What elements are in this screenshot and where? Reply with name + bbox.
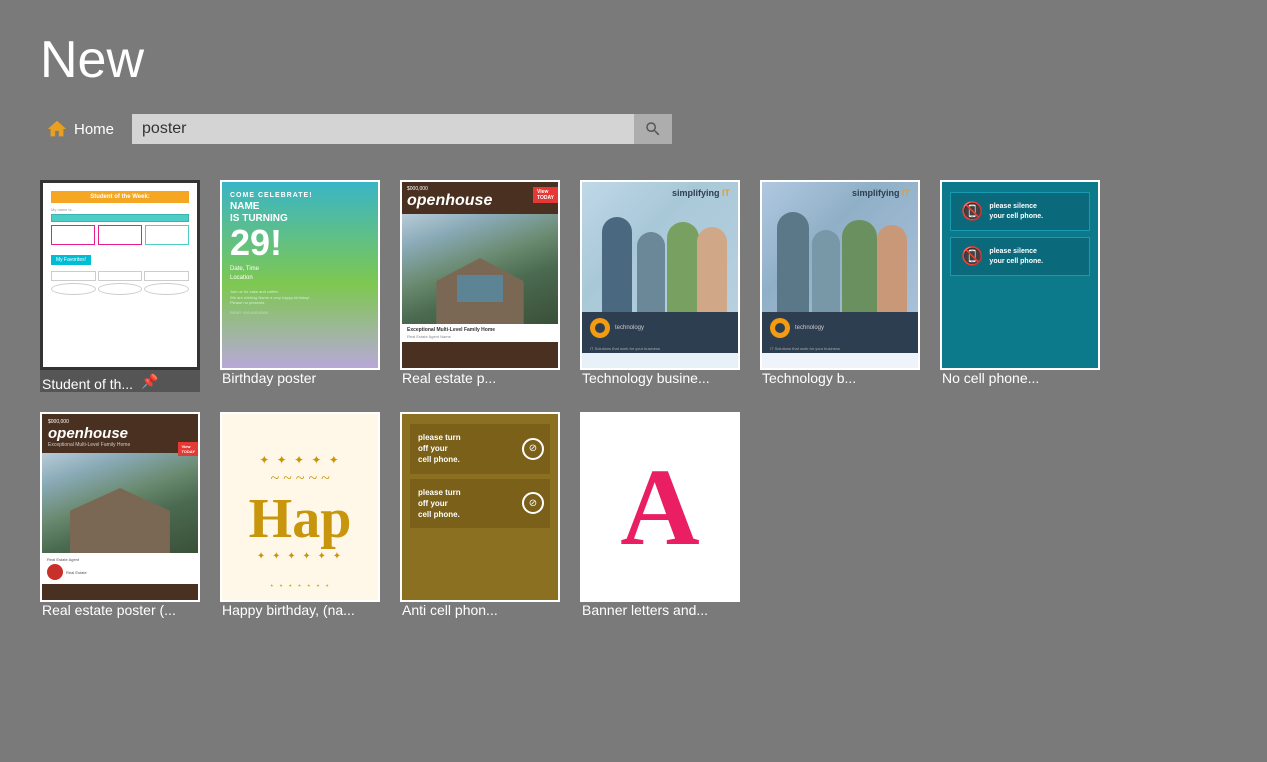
template-item-birthday[interactable]: COME CELEBRATE! NAMEIS TURNING 29! Date,… — [220, 180, 380, 392]
template-thumb-happybirthday: ✦ ✦ ✦ ✦ ✦ ~ ~ ~ ~ ~ Hap ✦ ✦ ✦ ✦ ✦ ✦ ⋆ ⋆ … — [220, 412, 380, 602]
template-thumb-nocell: 📵 please silenceyour cell phone. 📵 pleas… — [940, 180, 1100, 370]
search-icon — [644, 120, 662, 138]
home-label: Home — [74, 121, 114, 138]
template-item-nocell[interactable]: 📵 please silenceyour cell phone. 📵 pleas… — [940, 180, 1100, 392]
template-item-realestate1[interactable]: ViewTODAY $000,000 openhouse Exceptional… — [400, 180, 560, 392]
template-thumb-tech2: simplifying IT technology IT Solutions t… — [760, 180, 920, 370]
template-label-birthday: Birthday poster — [220, 370, 318, 386]
template-label-tech1: Technology busine... — [580, 370, 712, 386]
home-button[interactable]: Home — [40, 114, 120, 144]
template-label-student: Student of th... — [40, 376, 135, 392]
template-label-banner: Banner letters and... — [580, 602, 710, 618]
search-input-wrap — [132, 114, 672, 144]
template-item-tech1[interactable]: simplifying IT technology IT Solutions t… — [580, 180, 740, 392]
template-label-tech2: Technology b... — [760, 370, 858, 386]
selected-label-row: Student of th... 📌 — [40, 370, 200, 392]
template-thumb-student: Student of the Week: My name is... My Fa… — [40, 180, 200, 370]
template-label-realestate2: Real estate poster (... — [40, 602, 178, 618]
template-label-nocell: No cell phone... — [940, 370, 1041, 386]
template-item-anticell[interactable]: please turnoff yourcell phone. ⊘ please … — [400, 412, 560, 620]
template-thumb-birthday: COME CELEBRATE! NAMEIS TURNING 29! Date,… — [220, 180, 380, 370]
template-item-realestate2[interactable]: $000,000 openhouse Exceptional Multi-Lev… — [40, 412, 200, 620]
page-title: New — [40, 30, 1227, 90]
template-label-happybirthday: Happy birthday, (na... — [220, 602, 357, 618]
search-input[interactable] — [132, 114, 634, 144]
template-thumb-realestate2: $000,000 openhouse Exceptional Multi-Lev… — [40, 412, 200, 602]
template-item-tech2[interactable]: simplifying IT technology IT Solutions t… — [760, 180, 920, 392]
template-item-happybirthday[interactable]: ✦ ✦ ✦ ✦ ✦ ~ ~ ~ ~ ~ Hap ✦ ✦ ✦ ✦ ✦ ✦ ⋆ ⋆ … — [220, 412, 380, 620]
template-thumb-anticell: please turnoff yourcell phone. ⊘ please … — [400, 412, 560, 602]
template-item-student[interactable]: Student of the Week: My name is... My Fa… — [40, 180, 200, 392]
template-thumb-banner: A — [580, 412, 740, 602]
template-label-realestate1: Real estate p... — [400, 370, 498, 386]
home-icon — [46, 118, 68, 140]
search-bar: Home — [40, 114, 1227, 144]
template-item-banner[interactable]: A Banner letters and... — [580, 412, 740, 620]
pin-icon: 📌 — [141, 373, 158, 390]
template-label-anticell: Anti cell phon... — [400, 602, 500, 618]
search-button[interactable] — [634, 114, 672, 144]
template-thumb-realestate1: ViewTODAY $000,000 openhouse Exceptional… — [400, 180, 560, 370]
template-thumb-tech1: simplifying IT technology IT Solutions t… — [580, 180, 740, 370]
templates-grid: Student of the Week: My name is... My Fa… — [40, 180, 1227, 620]
